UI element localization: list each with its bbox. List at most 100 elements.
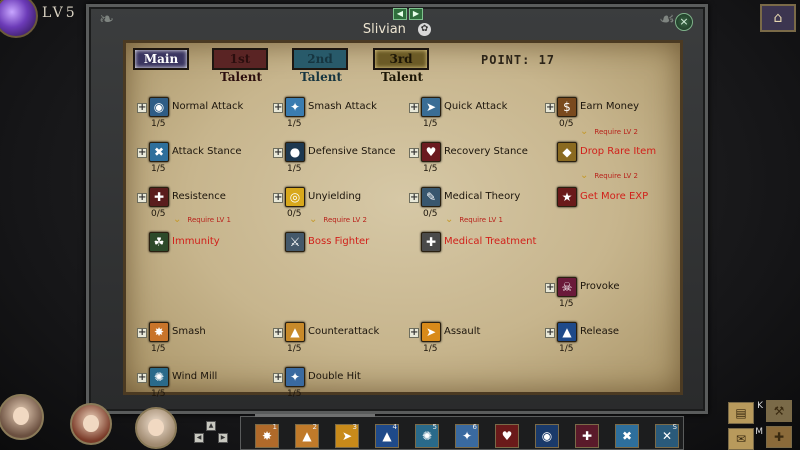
quest-icon[interactable]: ✚ xyxy=(766,426,792,448)
requirement-text: Require LV 1 xyxy=(459,216,503,224)
dpad-left-icon[interactable]: ◀ xyxy=(194,433,204,443)
party-avatar-1[interactable] xyxy=(0,394,44,440)
add-point-button[interactable]: + xyxy=(137,193,147,203)
add-point-button[interactable]: + xyxy=(273,148,283,158)
provoke-icon[interactable]: ☠ xyxy=(557,277,577,297)
double-hit-icon[interactable]: ✦ xyxy=(285,367,305,387)
level-label: LV5 xyxy=(42,5,78,21)
dpad-up-icon[interactable]: ▲ xyxy=(206,421,216,431)
release-slot-icon[interactable]: ▲ 4 xyxy=(375,423,399,448)
skill-level: 0/5 xyxy=(287,209,302,219)
dpad-right-icon[interactable]: ▶ xyxy=(218,433,228,443)
unyielding-icon[interactable]: ◎ xyxy=(285,187,305,207)
skill-name: Assault xyxy=(444,326,481,337)
add-point-button[interactable]: + xyxy=(137,103,147,113)
window-title: Slivian ✿ xyxy=(89,22,705,37)
add-point-button[interactable]: + xyxy=(545,283,555,293)
tab-2nd-talent[interactable]: 2nd Talent xyxy=(292,48,348,84)
skill-name: Wind Mill xyxy=(172,371,218,382)
medical-theory-icon[interactable]: ✎ xyxy=(421,187,441,207)
skill-name: Boss Fighter xyxy=(308,236,370,247)
slot-hotkey: 6 xyxy=(472,423,477,431)
character-switcher: ◀ ▶ xyxy=(393,8,423,20)
boss-fighter-icon[interactable]: ⚔ xyxy=(285,232,305,252)
skill-level: 1/5 xyxy=(287,389,302,399)
add-point-button[interactable]: + xyxy=(545,103,555,113)
normal-attack-icon[interactable]: ◉ xyxy=(149,97,169,117)
skill-name: Counterattack xyxy=(308,326,380,337)
skill-name: Quick Attack xyxy=(444,101,508,112)
recovery-stance-icon[interactable]: ♥ xyxy=(421,142,441,162)
formation-dpad[interactable]: ▲ ◀ ▶ xyxy=(194,421,228,447)
immunity-icon[interactable]: ☘ xyxy=(149,232,169,252)
prev-character-button[interactable]: ◀ xyxy=(393,8,407,20)
hotkey-label: M xyxy=(755,427,763,437)
release-icon[interactable]: ▲ xyxy=(557,322,577,342)
skill-level: 1/5 xyxy=(423,119,438,129)
counterattack-icon[interactable]: ▲ xyxy=(285,322,305,342)
add-point-button[interactable]: + xyxy=(409,193,419,203)
elixir-icon[interactable]: ✚ xyxy=(575,424,599,448)
slot-hotkey: 2 xyxy=(312,423,317,431)
add-point-button[interactable]: + xyxy=(137,328,147,338)
add-point-button[interactable]: + xyxy=(137,148,147,158)
skill-level: 0/5 xyxy=(151,209,166,219)
skill-name: Earn Money xyxy=(580,101,640,112)
smash-attack-icon[interactable]: ✦ xyxy=(285,97,305,117)
double-hit-slot-icon[interactable]: ✦ 6 xyxy=(455,423,479,448)
cross-slash-slot-icon[interactable]: ✕ S xyxy=(655,423,679,448)
world-map-icon[interactable]: ⌂ xyxy=(760,4,796,32)
smash-icon[interactable]: ✸ xyxy=(149,322,169,342)
tab-main[interactable]: Main xyxy=(133,48,189,70)
add-point-button[interactable]: + xyxy=(273,193,283,203)
skill-name: Attack Stance xyxy=(172,146,242,157)
requirement-text: Require LV 2 xyxy=(594,128,638,136)
party-avatar-3[interactable] xyxy=(135,407,177,449)
resistence-icon[interactable]: ✚ xyxy=(149,187,169,207)
skill-book-icon[interactable]: ▤ K xyxy=(728,401,763,424)
close-button[interactable]: × xyxy=(675,13,693,31)
get-more-exp-icon[interactable]: ★ xyxy=(557,187,577,207)
add-point-button[interactable]: + xyxy=(409,148,419,158)
drop-rare-item-icon[interactable]: ◆ xyxy=(557,142,577,162)
wind-mill-icon[interactable]: ✺ xyxy=(149,367,169,387)
assault-icon[interactable]: ➤ xyxy=(421,322,441,342)
skill-level: 1/5 xyxy=(559,299,574,309)
character-orb-icon[interactable] xyxy=(0,0,38,38)
add-point-button[interactable]: + xyxy=(409,103,419,113)
medical-treatment-icon[interactable]: ✚ xyxy=(421,232,441,252)
add-point-button[interactable]: + xyxy=(273,373,283,383)
next-character-button[interactable]: ▶ xyxy=(409,8,423,20)
add-point-button[interactable]: + xyxy=(409,328,419,338)
add-point-button[interactable]: + xyxy=(273,103,283,113)
add-point-button[interactable]: + xyxy=(137,373,147,383)
skill-level: 1/5 xyxy=(287,119,302,129)
party-avatar-2[interactable] xyxy=(70,403,112,445)
add-point-button[interactable]: + xyxy=(545,328,555,338)
earn-money-icon[interactable]: $ xyxy=(557,97,577,117)
skill-name: Immunity xyxy=(172,236,220,247)
tab-1st-talent[interactable]: 1st Talent xyxy=(212,48,268,84)
skill-level: 1/5 xyxy=(287,164,302,174)
health-potion-icon[interactable]: ♥ xyxy=(495,424,519,448)
skill-level: 1/5 xyxy=(151,119,166,129)
requirement-label: ⌄ Require LV 1 xyxy=(445,214,503,225)
attack-stance-slot-icon[interactable]: ✖ xyxy=(615,424,639,448)
counterattack-slot-icon[interactable]: ▲ 2 xyxy=(295,423,319,448)
skill-name: Smash Attack xyxy=(308,101,377,112)
quick-attack-icon[interactable]: ➤ xyxy=(421,97,441,117)
smash-slot-icon[interactable]: ✸ 1 xyxy=(255,423,279,448)
wind-mill-slot-icon[interactable]: ✺ 5 xyxy=(415,423,439,448)
defensive-stance-icon[interactable]: ● xyxy=(285,142,305,162)
assault-slot-icon[interactable]: ➤ 3 xyxy=(335,423,359,448)
slot-hotkey: S xyxy=(672,423,677,431)
mana-potion-icon[interactable]: ◉ xyxy=(535,424,559,448)
map-icon[interactable]: ✉ M xyxy=(728,427,763,450)
add-point-button[interactable]: + xyxy=(273,328,283,338)
skill-name: Release xyxy=(580,326,620,337)
inventory-icon[interactable]: ⚒ xyxy=(766,400,792,422)
requirement-label: ⌄ Require LV 2 xyxy=(580,170,638,181)
attack-stance-icon[interactable]: ✖ xyxy=(149,142,169,162)
character-name: Slivian xyxy=(362,22,406,37)
tab-3rd-talent[interactable]: 3rd Talent xyxy=(373,48,429,84)
